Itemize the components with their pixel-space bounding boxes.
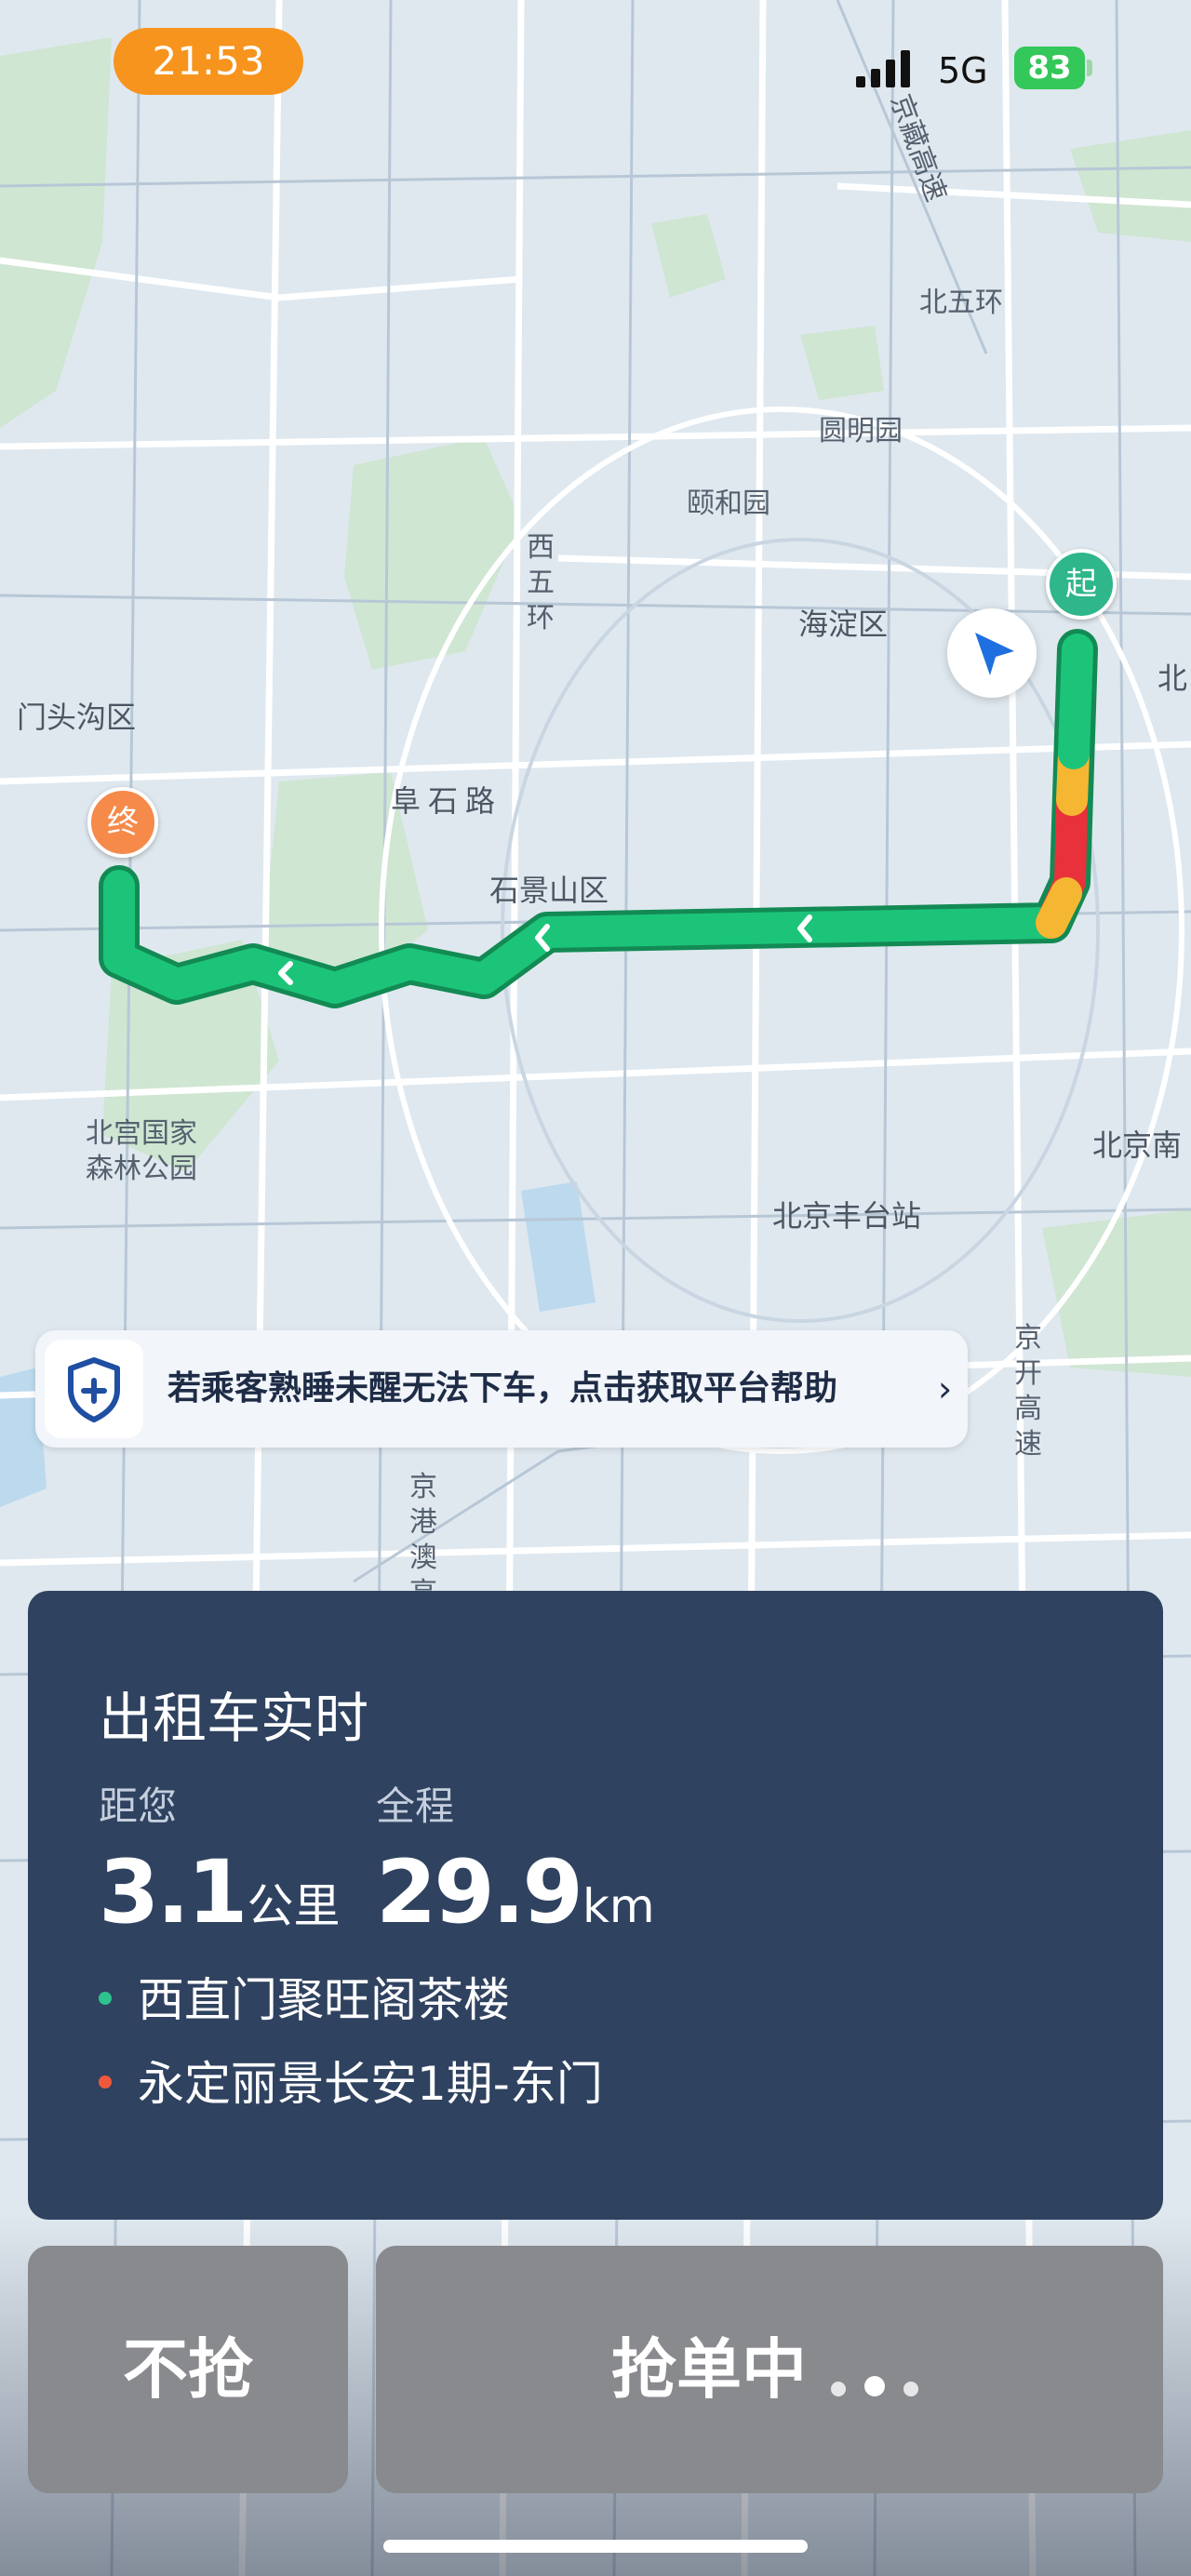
pickup-dot-icon [99, 1991, 112, 2005]
pickup-address-text: 西直门聚旺阁茶楼 [138, 1973, 510, 2027]
distance-value: 3.1公里 [99, 1842, 341, 1943]
battery-level: 83 [1027, 49, 1072, 87]
loading-dots-icon [822, 2250, 928, 2498]
map-label-yiheyuan: 颐和园 [687, 487, 770, 520]
home-indicator[interactable] [383, 2540, 808, 2553]
map-label-haidian: 海淀区 [798, 607, 889, 642]
map-label-beijingnan: 北京南 [1092, 1128, 1183, 1163]
start-pin[interactable]: 起 [1046, 549, 1117, 620]
map-label-beigong: 北宫国家森林公园 [86, 1117, 197, 1185]
end-pin[interactable]: 终 [87, 787, 158, 858]
help-banner[interactable]: 若乘客熟睡未醒无法下车，点击获取平台帮助 › [35, 1330, 968, 1448]
grab-order-button[interactable]: 抢单中 [376, 2246, 1163, 2493]
distance-label: 距您 [99, 1783, 178, 1829]
skip-order-button[interactable]: 不抢 [28, 2246, 348, 2493]
total-unit: km [582, 1879, 655, 1933]
order-card: 出租车实时 距您 全程 3.1公里 29.9km 西直门聚旺阁茶楼 永定丽景长安… [28, 1591, 1163, 2220]
map-label-xiwuhuan: 西五环 [527, 531, 555, 634]
total-number: 29.9 [376, 1842, 583, 1943]
order-type-title: 出租车实时 [99, 1687, 369, 1750]
battery-icon: 83 [1014, 47, 1085, 89]
map-label-mentougou: 门头沟区 [17, 700, 137, 735]
dropoff-address: 永定丽景长安1期-东门 [99, 2047, 603, 2114]
chevron-right-icon: › [938, 1368, 953, 1409]
signal-icon [856, 50, 910, 87]
dropoff-dot-icon [99, 2075, 112, 2089]
total-label: 全程 [376, 1783, 455, 1829]
total-value: 29.9km [376, 1842, 655, 1943]
battery-cap [1087, 60, 1092, 76]
skip-order-label: 不抢 [123, 2331, 253, 2408]
pickup-address: 西直门聚旺阁茶楼 [99, 1963, 510, 2030]
map-label-fengtai: 北京丰台站 [772, 1198, 922, 1234]
map-label-beiwuhuan: 北五环 [919, 287, 1003, 319]
map-label-fushilu: 阜石路 [391, 783, 503, 819]
shield-plus-icon [45, 1340, 143, 1438]
status-time: 21:53 [114, 28, 303, 95]
distance-unit: 公里 [247, 1879, 341, 1933]
status-bar: 21:53 5G 83 [0, 0, 1191, 130]
map-label-bei-right: 北 [1158, 661, 1188, 696]
map-label-jingkai: 京开高速 [1014, 1322, 1042, 1461]
map-label-yuanmingyuan: 圆明园 [819, 415, 903, 447]
help-banner-text: 若乘客熟睡未醒无法下车，点击获取平台帮助 [167, 1369, 838, 1408]
dropoff-address-text: 永定丽景长安1期-东门 [138, 2057, 603, 2111]
map-label-shijingshan: 石景山区 [489, 873, 609, 908]
network-type: 5G [938, 50, 988, 91]
distance-number: 3.1 [99, 1842, 248, 1943]
navigation-arrow-icon[interactable] [947, 608, 1037, 698]
grab-order-label: 抢单中 [611, 2331, 807, 2408]
